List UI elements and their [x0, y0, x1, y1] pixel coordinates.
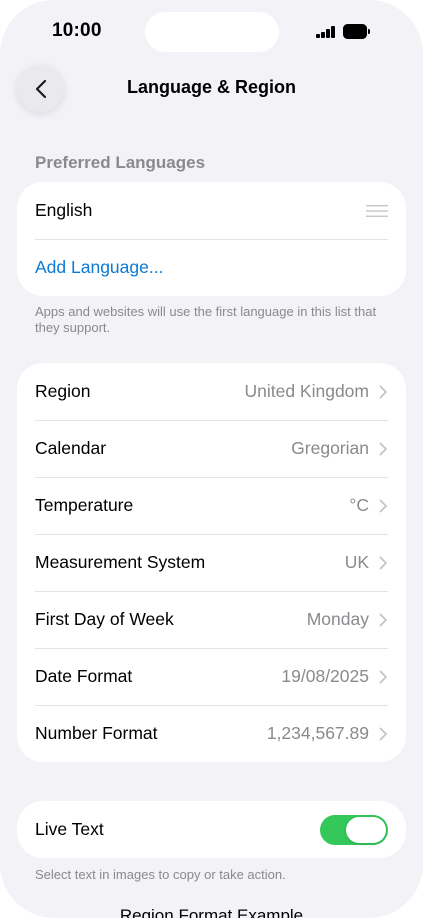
chevron-right-icon — [379, 727, 387, 740]
first-day-of-week-label: First Day of Week — [35, 609, 174, 629]
chevron-right-icon — [379, 670, 387, 683]
language-label: English — [35, 200, 93, 220]
temperature-value: °C — [349, 495, 369, 515]
number-format-row[interactable]: Number Format 1,234,567.89 — [17, 705, 406, 762]
battery-icon — [343, 24, 371, 39]
add-language-label: Add Language... — [35, 257, 164, 277]
date-format-value: 19/08/2025 — [281, 666, 369, 686]
measurement-system-label: Measurement System — [35, 552, 206, 572]
add-language-button[interactable]: Add Language... — [17, 239, 406, 296]
preferred-languages-footnote: Apps and websites will use the first lan… — [35, 304, 377, 335]
drag-handle-icon[interactable] — [366, 204, 388, 217]
preferred-languages-card: English Add Language... — [17, 182, 406, 296]
live-text-row: Live Text — [17, 801, 406, 858]
number-format-value: 1,234,567.89 — [266, 723, 369, 743]
toggle-knob — [346, 816, 386, 843]
temperature-label: Temperature — [35, 495, 134, 515]
region-row[interactable]: Region United Kingdom — [17, 363, 406, 420]
live-text-label: Live Text — [35, 819, 104, 839]
first-day-of-week-value: Monday — [306, 609, 369, 629]
calendar-label: Calendar — [35, 438, 107, 458]
region-format-example-header: Region Format Example — [119, 906, 304, 918]
chevron-right-icon — [379, 556, 387, 569]
date-format-label: Date Format — [35, 666, 133, 686]
region-label: Region — [35, 381, 91, 401]
dynamic-island — [145, 12, 279, 52]
measurement-system-row[interactable]: Measurement System UK — [17, 534, 406, 591]
chevron-right-icon — [379, 442, 387, 455]
language-row-english[interactable]: English — [17, 182, 406, 239]
page-title: Language & Region — [126, 77, 296, 97]
live-text-toggle[interactable] — [320, 814, 388, 845]
region-value: United Kingdom — [244, 381, 369, 401]
temperature-row[interactable]: Temperature °C — [17, 477, 406, 534]
live-text-footnote: Select text in images to copy or take ac… — [35, 867, 286, 882]
live-text-card: Live Text — [17, 801, 406, 858]
preferred-languages-header: Preferred Languages — [35, 153, 206, 172]
calendar-row[interactable]: Calendar Gregorian — [17, 420, 406, 477]
cellular-signal-icon — [316, 26, 336, 38]
chevron-right-icon — [379, 613, 387, 626]
status-time: 10:00 — [52, 20, 102, 41]
chevron-right-icon — [379, 499, 387, 512]
phone-screen: 10:00 Language & Region Preferred Langua… — [0, 0, 423, 918]
chevron-right-icon — [379, 385, 387, 398]
number-format-label: Number Format — [35, 723, 158, 743]
measurement-system-value: UK — [344, 552, 369, 572]
date-format-row[interactable]: Date Format 19/08/2025 — [17, 648, 406, 705]
first-day-of-week-row[interactable]: First Day of Week Monday — [17, 591, 406, 648]
region-settings-card: Region United Kingdom Calendar Gregorian… — [17, 363, 406, 762]
calendar-value: Gregorian — [291, 438, 369, 458]
